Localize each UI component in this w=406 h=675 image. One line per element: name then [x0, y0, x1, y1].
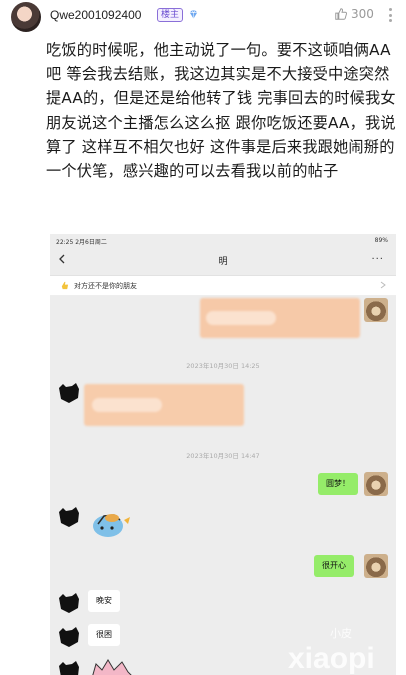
like-button[interactable]: 300 [334, 7, 374, 21]
hand-icon [61, 281, 69, 290]
cat-avatar [364, 554, 388, 578]
message-bubble-sent: 很开心 [314, 555, 354, 577]
notice-text: 对方还不是你的朋友 [74, 282, 137, 290]
message-bubble-sent: 圆梦！ [318, 473, 358, 495]
op-badge: 楼主 [157, 8, 184, 22]
bird-sticker [93, 514, 130, 537]
avatar[interactable] [11, 2, 41, 32]
cat-avatar [364, 298, 388, 322]
black-cat-avatar [59, 661, 79, 675]
pink-sticker [92, 659, 132, 675]
black-cat-avatar [59, 383, 79, 403]
chat-title: 明 [218, 257, 228, 267]
diamond-icon [189, 10, 198, 19]
username[interactable]: Qwe2001092400 [50, 8, 141, 22]
post-body: 吃饭的时候呢，他主动说了一句。要不这顿咱俩AA吧 等会我去结账，我这边其实是不大… [46, 41, 396, 181]
redacted-message [200, 298, 360, 338]
watermark-main-text: xiaopi [288, 642, 375, 674]
more-options-icon[interactable] [383, 6, 397, 24]
chat-screenshot: 22:25 2月6日周二 89% 明 ··· 对方还不是你的朋友 2023年10… [50, 234, 396, 675]
site-watermark: 小皮 xiaopi [288, 627, 375, 674]
status-battery: 89% [374, 237, 388, 244]
cat-avatar [364, 472, 388, 496]
black-cat-avatar [59, 627, 79, 647]
chat-more-icon: ··· [371, 254, 384, 265]
screenshot-status-bar: 22:25 2月6日周二 89% [50, 234, 396, 246]
stranger-notice: 对方还不是你的朋友 [50, 276, 396, 296]
timestamp: 2023年10月30日 14:25 [186, 362, 260, 370]
timestamp: 2023年10月30日 14:47 [186, 452, 260, 460]
thumbs-up-icon [335, 8, 347, 20]
message-bubble-received: 晚安 [88, 590, 120, 612]
like-count: 300 [351, 7, 374, 21]
redacted-message [84, 384, 244, 426]
watermark-top-text: 小皮 [330, 627, 352, 640]
black-cat-avatar [59, 593, 79, 613]
status-time: 22:25 2月6日周二 [56, 239, 107, 246]
post-page: Qwe2001092400 楼主 300 吃饭的时候呢，他主动说了一句。要不这顿… [0, 0, 406, 675]
chat-nav-bar: 明 ··· [50, 246, 396, 276]
post-header: Qwe2001092400 楼主 300 [0, 0, 406, 34]
black-cat-avatar [59, 507, 79, 527]
message-bubble-received: 很困 [88, 624, 120, 646]
chevron-right-icon [380, 281, 386, 289]
